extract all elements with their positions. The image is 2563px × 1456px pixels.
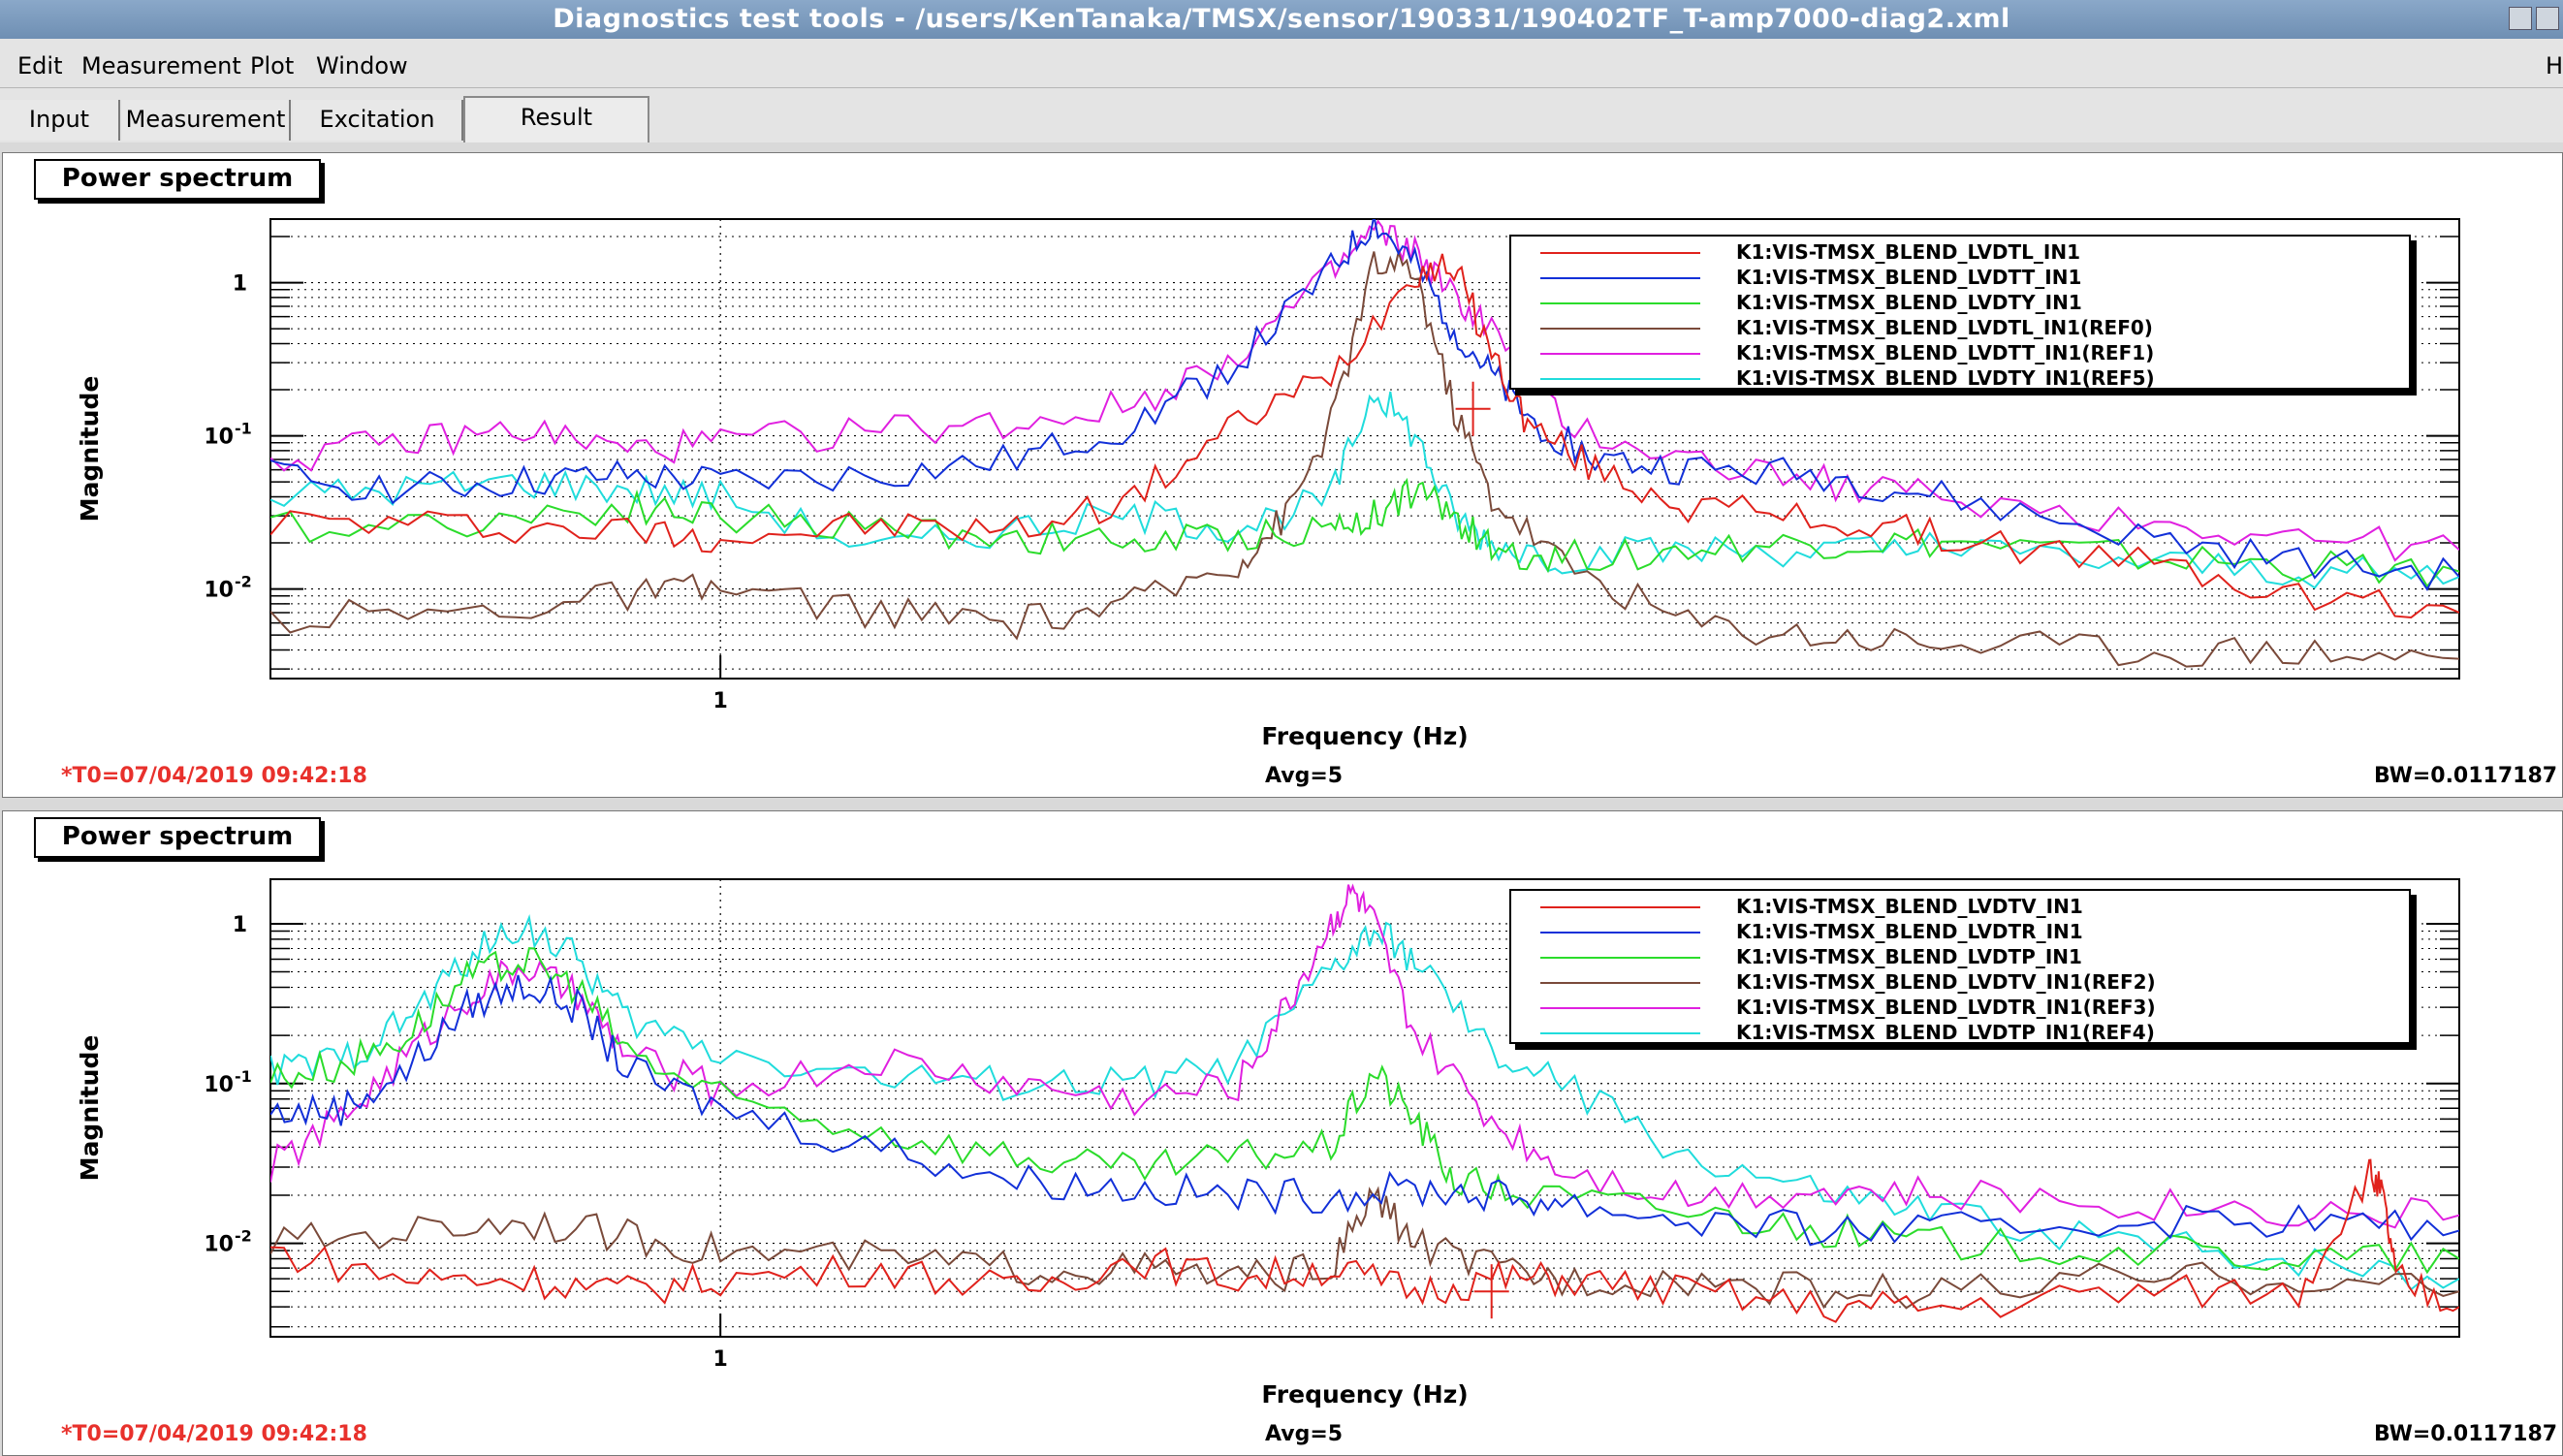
legend-line-swatch — [1540, 328, 1700, 330]
series-line — [270, 1158, 2459, 1323]
legend-entry: K1:VIS-TMSX_BLEND_LVDTR_IN1 — [1511, 920, 2409, 945]
legend-label: K1:VIS-TMSX_BLEND_LVDTP_IN1(REF4) — [1736, 1021, 2155, 1044]
legend-line-swatch — [1540, 378, 1700, 380]
legend-label: K1:VIS-TMSX_BLEND_LVDTY_IN1 — [1736, 291, 2082, 314]
bandwidth-readout: BW=0.0117187 — [2374, 1422, 2558, 1446]
y-tick-exponent: -1 — [235, 1067, 252, 1086]
y-tick-label: 1 — [233, 913, 247, 937]
tab-input[interactable]: Input — [0, 100, 120, 141]
menu-window[interactable]: Window — [316, 52, 408, 79]
maximize-button[interactable] — [2536, 7, 2559, 30]
legend-line-swatch — [1540, 252, 1700, 254]
legend-line-swatch — [1540, 277, 1700, 279]
legend-label: K1:VIS-TMSX_BLEND_LVDTL_IN1 — [1736, 240, 2081, 264]
legend-line-swatch — [1540, 302, 1700, 304]
x-axis-label: Frequency (Hz) — [1261, 1380, 1468, 1409]
x-tick-label: 1 — [713, 689, 728, 713]
tab-result[interactable]: Result — [463, 96, 649, 142]
legend-label: K1:VIS-TMSX_BLEND_LVDTY_IN1(REF5) — [1736, 366, 2155, 390]
average-count: Avg=5 — [1265, 764, 1344, 788]
legend-label: K1:VIS-TMSX_BLEND_LVDTR_IN1(REF3) — [1736, 996, 2156, 1019]
legend-line-swatch — [1540, 353, 1700, 355]
y-axis-label: Magnitude — [76, 376, 104, 522]
legend-line-swatch — [1540, 932, 1700, 934]
legend-entry: K1:VIS-TMSX_BLEND_LVDTT_IN1(REF1) — [1511, 341, 2409, 366]
result-panel-top: Power spectrum 1 10 -1 10 -2 1 Frequency (Hz) M… — [2, 152, 2563, 798]
minimize-button[interactable] — [2509, 7, 2532, 30]
y-tick-exponent: -2 — [235, 573, 252, 591]
x-axis-label: Frequency (Hz) — [1261, 722, 1468, 750]
legend-entry: K1:VIS-TMSX_BLEND_LVDTR_IN1(REF3) — [1511, 996, 2409, 1021]
menubar: Edit Measurement Plot Window H — [0, 39, 2563, 88]
y-tick-label: 1 — [233, 272, 247, 297]
window-titlebar: Diagnostics test tools - /users/KenTanak… — [0, 0, 2563, 39]
y-tick-label: 10 — [204, 579, 234, 603]
legend-entry: K1:VIS-TMSX_BLEND_LVDTV_IN1 — [1511, 895, 2409, 920]
window-title: Diagnostics test tools - /users/KenTanak… — [553, 4, 2010, 34]
legend-line-swatch — [1540, 957, 1700, 959]
y-axis-label: Magnitude — [76, 1035, 104, 1182]
legend-entry: K1:VIS-TMSX_BLEND_LVDTP_IN1 — [1511, 945, 2409, 970]
x-tick-label: 1 — [713, 1347, 728, 1372]
tab-measurement[interactable]: Measurement — [122, 100, 291, 141]
legend-entry: K1:VIS-TMSX_BLEND_LVDTY_IN1(REF5) — [1511, 366, 2409, 392]
plot-legend[interactable]: K1:VIS-TMSX_BLEND_LVDTL_IN1 K1:VIS-TMSX_B… — [1509, 235, 2411, 390]
legend-line-swatch — [1540, 906, 1700, 908]
average-count: Avg=5 — [1265, 1422, 1344, 1446]
legend-entry: K1:VIS-TMSX_BLEND_LVDTP_IN1(REF4) — [1511, 1021, 2409, 1046]
menu-help[interactable]: H — [2546, 52, 2563, 79]
legend-entry: K1:VIS-TMSX_BLEND_LVDTV_IN1(REF2) — [1511, 970, 2409, 996]
y-tick-exponent: -2 — [235, 1227, 252, 1246]
y-tick-label: 10 — [204, 1073, 234, 1097]
legend-entry: K1:VIS-TMSX_BLEND_LVDTY_IN1 — [1511, 291, 2409, 316]
legend-label: K1:VIS-TMSX_BLEND_LVDTV_IN1 — [1736, 895, 2083, 918]
legend-label: K1:VIS-TMSX_BLEND_LVDTP_IN1 — [1736, 945, 2082, 968]
t0-timestamp: *T0=07/04/2019 09:42:18 — [61, 1422, 367, 1446]
legend-line-swatch — [1540, 1007, 1700, 1009]
legend-line-swatch — [1540, 1032, 1700, 1034]
legend-line-swatch — [1540, 982, 1700, 984]
legend-entry: K1:VIS-TMSX_BLEND_LVDTL_IN1 — [1511, 240, 2409, 266]
legend-label: K1:VIS-TMSX_BLEND_LVDTL_IN1(REF0) — [1736, 316, 2153, 339]
legend-label: K1:VIS-TMSX_BLEND_LVDTV_IN1(REF2) — [1736, 970, 2156, 994]
menu-measurement[interactable]: Measurement — [81, 52, 241, 79]
legend-label: K1:VIS-TMSX_BLEND_LVDTT_IN1 — [1736, 266, 2082, 289]
plot-legend[interactable]: K1:VIS-TMSX_BLEND_LVDTV_IN1 K1:VIS-TMSX_B… — [1509, 889, 2411, 1044]
legend-entry: K1:VIS-TMSX_BLEND_LVDTL_IN1(REF0) — [1511, 316, 2409, 341]
legend-label: K1:VIS-TMSX_BLEND_LVDTT_IN1(REF1) — [1736, 341, 2155, 364]
tab-excitation[interactable]: Excitation — [293, 100, 463, 141]
menu-plot[interactable]: Plot — [250, 52, 294, 79]
t0-timestamp: *T0=07/04/2019 09:42:18 — [61, 764, 367, 788]
bandwidth-readout: BW=0.0117187 — [2374, 764, 2558, 788]
menu-edit[interactable]: Edit — [17, 52, 62, 79]
y-tick-label: 10 — [204, 426, 234, 450]
legend-entry: K1:VIS-TMSX_BLEND_LVDTT_IN1 — [1511, 266, 2409, 291]
y-tick-exponent: -1 — [235, 420, 252, 438]
result-panel-bottom: Power spectrum 1 10 -1 10 -2 1 Frequency (Hz) M… — [2, 810, 2563, 1456]
y-tick-label: 10 — [204, 1233, 234, 1257]
legend-label: K1:VIS-TMSX_BLEND_LVDTR_IN1 — [1736, 920, 2083, 943]
tab-bar: Input Measurement Excitation Result — [0, 88, 2563, 142]
